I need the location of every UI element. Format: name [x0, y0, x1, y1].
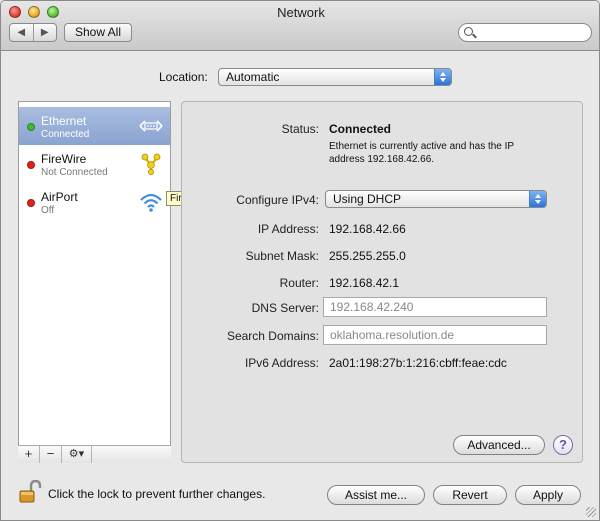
dns-server-label: DNS Server:	[251, 301, 319, 315]
status-description-line2: address 192.168.42.66.	[329, 154, 435, 165]
resize-grip[interactable]	[586, 507, 596, 517]
revert-button[interactable]: Revert	[433, 485, 507, 505]
subnet-mask-label: Subnet Mask:	[245, 249, 319, 263]
service-item-airport[interactable]: AirPort Off	[19, 183, 170, 221]
title-toolbar: Network ◀ ▶ Show All	[1, 1, 599, 51]
forward-button[interactable]: ▶	[34, 24, 57, 41]
dns-server-field[interactable]: 192.168.42.240	[323, 297, 547, 317]
ip-address-label: IP Address:	[257, 222, 319, 236]
lock-icon[interactable]	[18, 480, 42, 504]
service-status: Not Connected	[41, 167, 108, 178]
subnet-mask-value: 255.255.255.0	[329, 249, 406, 263]
ipv6-address-label: IPv6 Address:	[244, 356, 319, 370]
remove-service-button[interactable]: −	[40, 446, 62, 463]
service-list-controls: + − ⚙▾	[18, 445, 171, 463]
search-field[interactable]	[458, 23, 592, 42]
service-item-ethernet[interactable]: Ethernet Connected	[19, 107, 170, 145]
search-domains-field[interactable]: oklahoma.resolution.de	[323, 325, 547, 345]
airport-wifi-icon	[140, 193, 162, 212]
configure-ipv4-label: Configure IPv4:	[236, 193, 319, 207]
ip-address-value: 192.168.42.66	[329, 222, 406, 236]
router-value: 192.168.42.1	[329, 276, 400, 290]
help-button[interactable]: ?	[553, 435, 573, 455]
status-dot-red	[27, 161, 35, 169]
service-list: Ethernet Connected FireWire Not Connecte…	[18, 101, 171, 463]
configure-ipv4-value: Using DHCP	[333, 192, 402, 206]
service-name: AirPort	[41, 190, 78, 204]
lock-instruction-text: Click the lock to prevent further change…	[48, 487, 266, 501]
assist-me-button[interactable]: Assist me...	[327, 485, 425, 505]
status-dot-red	[27, 199, 35, 207]
status-description-line1: Ethernet is currently active and has the…	[329, 141, 515, 152]
add-service-button[interactable]: +	[18, 446, 40, 463]
service-status: Off	[41, 205, 55, 216]
back-button[interactable]: ◀	[10, 24, 34, 41]
service-actions-gear-button[interactable]: ⚙▾	[62, 446, 92, 463]
location-label: Location:	[159, 70, 208, 84]
popup-arrows-icon	[529, 191, 546, 207]
network-preferences-window: Network ◀ ▶ Show All Location: Automatic…	[0, 0, 600, 521]
advanced-button[interactable]: Advanced...	[453, 435, 545, 455]
configure-ipv4-popup[interactable]: Using DHCP	[325, 190, 547, 208]
service-name: FireWire	[41, 152, 87, 166]
location-value: Automatic	[226, 70, 280, 84]
router-label: Router:	[279, 276, 319, 290]
apply-button[interactable]: Apply	[515, 485, 581, 505]
status-value: Connected	[329, 122, 392, 136]
firewire-icon	[141, 153, 161, 175]
window-title: Network	[277, 5, 325, 20]
status-label: Status:	[281, 122, 319, 136]
service-status: Connected	[41, 129, 90, 140]
search-icon	[464, 27, 473, 36]
show-all-button[interactable]: Show All	[64, 23, 132, 42]
service-name: Ethernet	[41, 114, 87, 128]
status-dot-green	[27, 123, 35, 131]
service-item-firewire[interactable]: FireWire Not Connected	[19, 145, 170, 183]
ipv6-address-value: 2a01:198:27b:1:216:cbff:feae:cdc	[329, 356, 507, 370]
popup-arrows-icon	[434, 69, 451, 85]
back-forward-control: ◀ ▶	[9, 23, 57, 42]
location-popup[interactable]: Automatic	[218, 68, 452, 86]
ethernet-icon	[139, 120, 163, 132]
search-domains-label: Search Domains:	[226, 329, 319, 343]
